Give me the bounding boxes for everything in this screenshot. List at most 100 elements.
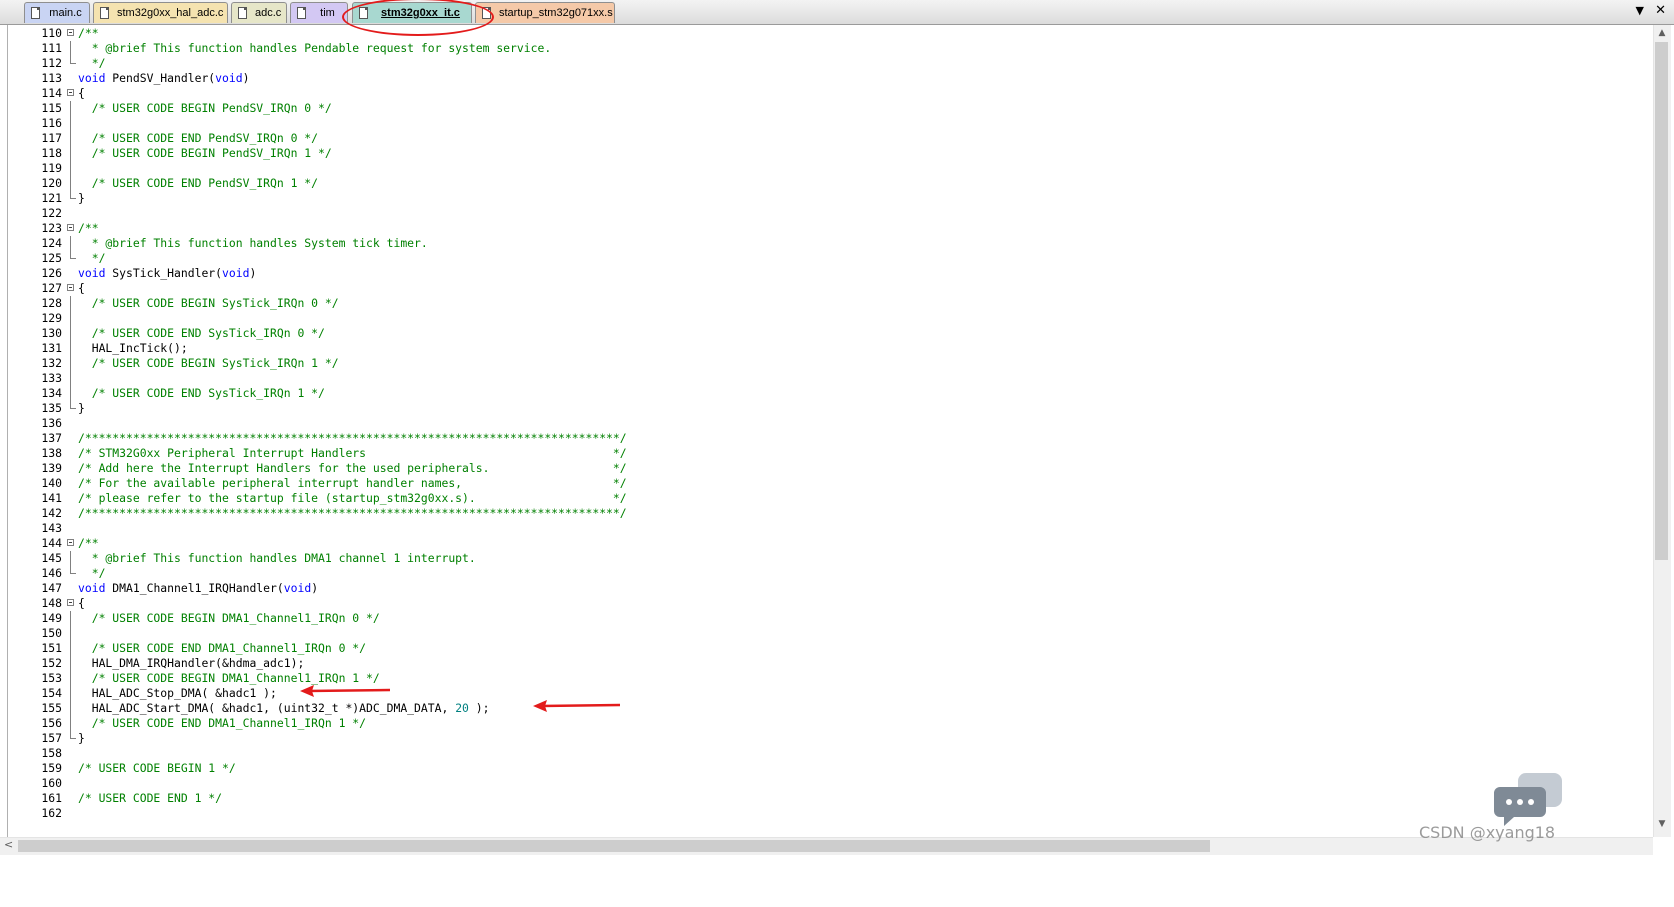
code-line[interactable]: 130 /* USER CODE END SysTick_IRQn 0 */ bbox=[0, 326, 1650, 341]
code-line[interactable]: 129 bbox=[0, 311, 1650, 326]
code-line[interactable]: 156 /* USER CODE END DMA1_Channel1_IRQn … bbox=[0, 716, 1650, 731]
code-token: HAL_DMA_IRQHandler(&hdma_adc1); bbox=[78, 656, 305, 670]
code-token: /* USER CODE BEGIN PendSV_IRQn 0 */ bbox=[78, 101, 332, 115]
close-icon[interactable]: ✕ bbox=[1655, 3, 1666, 18]
code-line[interactable]: 152 HAL_DMA_IRQHandler(&hdma_adc1); bbox=[0, 656, 1650, 671]
line-number: 120 bbox=[41, 176, 62, 190]
code-line[interactable]: 138 /* STM32G0xx Peripheral Interrupt Han… bbox=[0, 446, 1650, 461]
line-number: 144 bbox=[41, 536, 62, 550]
line-number: 125 bbox=[41, 251, 62, 265]
tab-2[interactable]: stm32g0xx_hal_adc.c bbox=[93, 2, 228, 23]
code-line[interactable]: 146 */ bbox=[0, 566, 1650, 581]
code-line[interactable]: 132 /* USER CODE BEGIN SysTick_IRQn 1 */ bbox=[0, 356, 1650, 371]
code-line[interactable]: 110 /** bbox=[0, 26, 1650, 41]
code-line[interactable]: 112 */ bbox=[0, 56, 1650, 71]
code-line[interactable]: 149 /* USER CODE BEGIN DMA1_Channel1_IRQ… bbox=[0, 611, 1650, 626]
code-line[interactable]: 155 HAL_ADC_Start_DMA( &hadc1, (uint32_t… bbox=[0, 701, 1650, 716]
tab-list-dropdown-icon[interactable]: ▼ bbox=[1636, 4, 1644, 17]
vertical-scroll-thumb[interactable] bbox=[1655, 42, 1668, 560]
code-text: HAL_ADC_Stop_DMA( &hadc1 ); bbox=[78, 686, 277, 701]
line-number: 135 bbox=[41, 401, 62, 415]
code-line[interactable]: 154 HAL_ADC_Stop_DMA( &hadc1 ); bbox=[0, 686, 1650, 701]
code-line[interactable]: 124 * @brief This function handles Syste… bbox=[0, 236, 1650, 251]
code-token: SysTick_Handler( bbox=[105, 266, 223, 280]
code-line[interactable]: 147 void DMA1_Channel1_IRQHandler(void) bbox=[0, 581, 1650, 596]
code-line[interactable]: 113 void PendSV_Handler(void) bbox=[0, 71, 1650, 86]
code-token: /* USER CODE END PendSV_IRQn 1 */ bbox=[78, 176, 319, 190]
code-line[interactable]: 141 /* please refer to the startup file (… bbox=[0, 491, 1650, 506]
code-line[interactable]: 145 * @brief This function handles DMA1 … bbox=[0, 551, 1650, 566]
code-line[interactable]: 150 bbox=[0, 626, 1650, 641]
code-line[interactable]: 133 bbox=[0, 371, 1650, 386]
tab-5[interactable]: stm32g0xx_it.c bbox=[352, 2, 472, 23]
file-icon bbox=[297, 7, 306, 19]
code-line[interactable]: 153 /* USER CODE BEGIN DMA1_Channel1_IRQ… bbox=[0, 671, 1650, 686]
code-line[interactable]: 114 { bbox=[0, 86, 1650, 101]
fold-toggle-icon[interactable] bbox=[67, 599, 74, 606]
fold-toggle-icon[interactable] bbox=[67, 284, 74, 291]
fold-toggle-icon[interactable] bbox=[67, 539, 74, 546]
tab-3[interactable]: adc.c bbox=[231, 2, 287, 23]
line-number: 126 bbox=[41, 266, 62, 280]
code-line[interactable]: 122 bbox=[0, 206, 1650, 221]
code-line[interactable]: 115 /* USER CODE BEGIN PendSV_IRQn 0 */ bbox=[0, 101, 1650, 116]
code-line[interactable]: 151 /* USER CODE END DMA1_Channel1_IRQn … bbox=[0, 641, 1650, 656]
code-line[interactable]: 144 /** bbox=[0, 536, 1650, 551]
code-token: void bbox=[78, 581, 106, 595]
tab-6[interactable]: startup_stm32g071xx.s bbox=[475, 2, 615, 23]
code-line[interactable]: 139 /* Add here the Interrupt Handlers fo… bbox=[0, 461, 1650, 476]
fold-line-marker bbox=[70, 671, 71, 686]
code-token: HAL_ADC_Start_DMA( &hadc1, (uint32_t *)A… bbox=[78, 701, 456, 715]
code-line[interactable]: 158 bbox=[0, 746, 1650, 761]
code-line[interactable]: 160 bbox=[0, 776, 1650, 791]
code-line[interactable]: 140 /* For the available peripheral inter… bbox=[0, 476, 1650, 491]
line-number: 131 bbox=[41, 341, 62, 355]
code-line[interactable]: 126 void SysTick_Handler(void) bbox=[0, 266, 1650, 281]
code-editor[interactable]: 110/** 111 * @brief This function handles… bbox=[0, 25, 1653, 885]
code-text: /* please refer to the startup file (sta… bbox=[78, 491, 627, 506]
code-line[interactable]: 123 /** bbox=[0, 221, 1650, 236]
code-line[interactable]: 143 bbox=[0, 521, 1650, 536]
scroll-up-icon[interactable]: ▲ bbox=[1656, 28, 1668, 42]
code-line[interactable]: 127 { bbox=[0, 281, 1650, 296]
code-line[interactable]: 111 * @brief This function handles Penda… bbox=[0, 41, 1650, 56]
code-line[interactable]: 162 bbox=[0, 806, 1650, 821]
code-line[interactable]: 131 HAL_IncTick(); bbox=[0, 341, 1650, 356]
code-line[interactable]: 119 bbox=[0, 161, 1650, 176]
tab-label: stm32g0xx_it.c bbox=[381, 7, 460, 19]
code-text: */ bbox=[78, 566, 106, 581]
code-line[interactable]: 136 bbox=[0, 416, 1650, 431]
fold-toggle-icon[interactable] bbox=[67, 89, 74, 96]
code-line[interactable]: 148 { bbox=[0, 596, 1650, 611]
code-line[interactable]: 159 /* USER CODE BEGIN 1 */ bbox=[0, 761, 1650, 776]
code-line[interactable]: 161 /* USER CODE END 1 */ bbox=[0, 791, 1650, 806]
code-line[interactable]: 137 /************************************… bbox=[0, 431, 1650, 446]
code-line[interactable]: 134 /* USER CODE END SysTick_IRQn 1 */ bbox=[0, 386, 1650, 401]
scroll-left-icon[interactable]: < bbox=[4, 838, 13, 851]
code-line[interactable]: 116 bbox=[0, 116, 1650, 131]
code-token: /** bbox=[78, 536, 99, 550]
code-line[interactable]: 120 /* USER CODE END PendSV_IRQn 1 */ bbox=[0, 176, 1650, 191]
fold-toggle-icon[interactable] bbox=[67, 29, 74, 36]
code-line[interactable]: 118 /* USER CODE BEGIN PendSV_IRQn 1 */ bbox=[0, 146, 1650, 161]
code-line[interactable]: 128 /* USER CODE BEGIN SysTick_IRQn 0 */ bbox=[0, 296, 1650, 311]
fold-toggle-icon[interactable] bbox=[67, 224, 74, 231]
code-line[interactable]: 157} bbox=[0, 731, 1650, 746]
code-line[interactable]: 117 /* USER CODE END PendSV_IRQn 0 */ bbox=[0, 131, 1650, 146]
line-number: 138 bbox=[41, 446, 62, 460]
code-line[interactable]: 142 /************************************… bbox=[0, 506, 1650, 521]
code-token: /***************************************… bbox=[78, 506, 627, 520]
line-number: 153 bbox=[41, 671, 62, 685]
code-line[interactable]: 125 */ bbox=[0, 251, 1650, 266]
code-line[interactable]: 121} bbox=[0, 191, 1650, 206]
code-line[interactable]: 135} bbox=[0, 401, 1650, 416]
line-number: 146 bbox=[41, 566, 62, 580]
tab-1[interactable]: main.c bbox=[24, 2, 90, 23]
scroll-down-icon[interactable]: ▼ bbox=[1656, 819, 1668, 833]
code-token: /* For the available peripheral interrup… bbox=[78, 476, 627, 490]
tab-4[interactable]: tim bbox=[290, 2, 348, 23]
line-number: 114 bbox=[41, 86, 62, 100]
file-icon bbox=[359, 7, 368, 19]
fold-line-marker bbox=[70, 551, 71, 566]
horizontal-scroll-thumb[interactable] bbox=[18, 840, 1210, 852]
